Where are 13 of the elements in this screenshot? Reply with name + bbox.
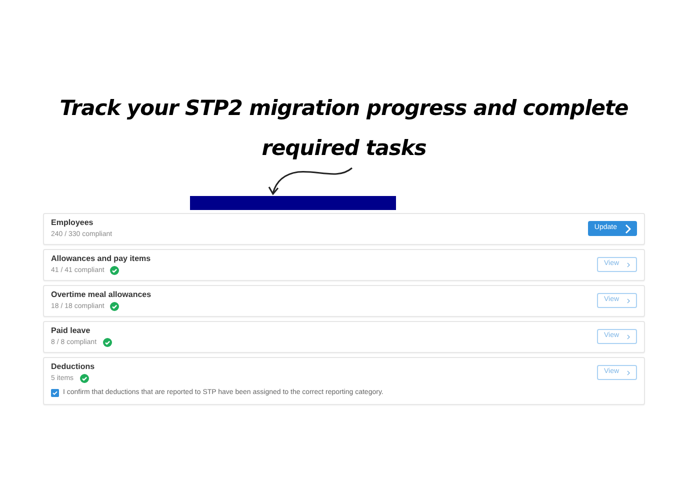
task-title: Overtime meal allowances bbox=[51, 289, 152, 301]
chevron-icon bbox=[625, 224, 631, 234]
annotation-text: Track your STP2 migration progress and complete bbox=[60, 95, 628, 122]
check-circle-icon bbox=[110, 302, 120, 311]
annotation-text: required tasks bbox=[262, 135, 426, 162]
task-title: Allowances and pay items bbox=[51, 253, 151, 265]
task-title: Employees bbox=[51, 217, 94, 229]
check-circle-icon bbox=[102, 338, 112, 347]
task-title: Paid leave bbox=[51, 325, 92, 337]
check-circle-icon bbox=[80, 374, 89, 383]
confirm-checkbox[interactable] bbox=[51, 389, 59, 398]
check-circle-icon bbox=[110, 266, 120, 275]
task-title: Deductions bbox=[51, 361, 95, 373]
